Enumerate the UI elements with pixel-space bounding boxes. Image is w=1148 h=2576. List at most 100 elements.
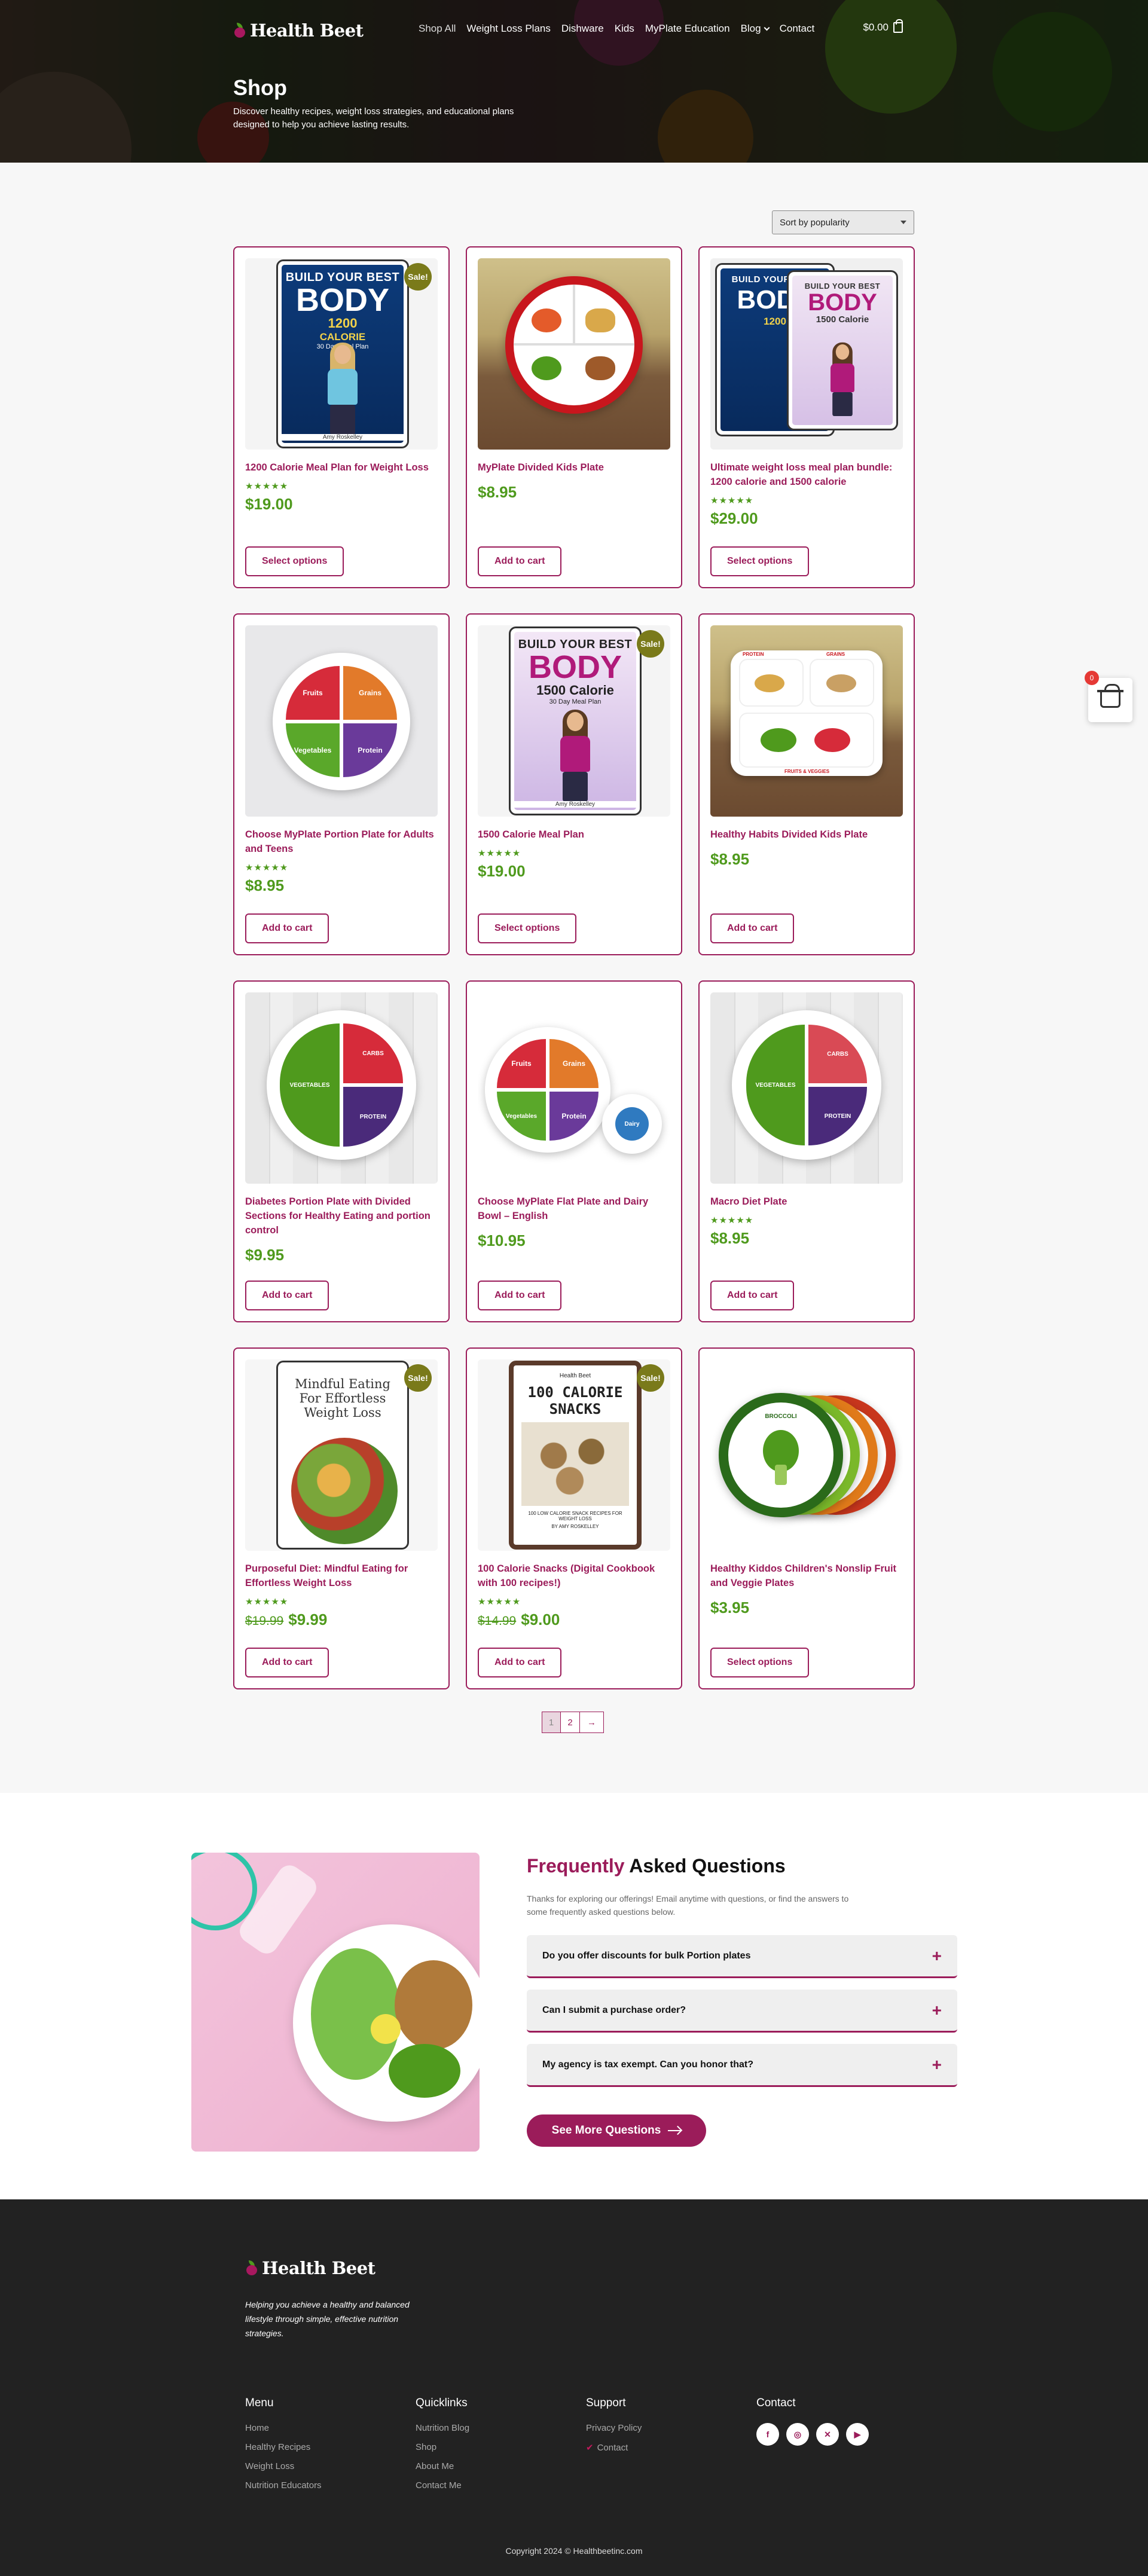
footer-link-home[interactable]: Home: [245, 2423, 322, 2433]
product-image[interactable]: VEGETABLES CARBS PROTEIN: [245, 992, 438, 1184]
book-cover-line: BODY: [808, 289, 877, 316]
select-options-button[interactable]: Select options: [478, 913, 577, 943]
footer-link-healthy-recipes[interactable]: Healthy Recipes: [245, 2442, 322, 2452]
page-subtitle: Discover healthy recipes, weight loss st…: [233, 106, 514, 130]
footer-link-shop[interactable]: Shop: [416, 2442, 469, 2452]
product-card[interactable]: VEGETABLES CARBS PROTEIN Macro Diet Plat…: [698, 980, 915, 1322]
product-name[interactable]: Diabetes Portion Plate with Divided Sect…: [245, 1194, 438, 1237]
price-old: $14.99: [478, 1614, 517, 1628]
add-to-cart-button[interactable]: Add to cart: [245, 913, 329, 943]
nav-kids[interactable]: Kids: [615, 23, 634, 35]
faq-item[interactable]: My agency is tax exempt. Can you honor t…: [527, 2044, 957, 2087]
add-to-cart-button[interactable]: Add to cart: [245, 1648, 329, 1677]
product-image[interactable]: Sale! Health Beet 100 CALORIE SNACKS 100…: [478, 1359, 670, 1551]
nav-weight-loss-plans[interactable]: Weight Loss Plans: [466, 23, 550, 35]
product-card[interactable]: MyPlate Divided Kids Plate $8.95 Add to …: [466, 246, 682, 588]
product-card[interactable]: Sale! Health Beet 100 CALORIE SNACKS 100…: [466, 1347, 682, 1689]
nav-blog[interactable]: Blog: [741, 23, 770, 35]
product-image[interactable]: PROTEIN GRAINS FRUITS & VEGGIES: [710, 625, 903, 817]
book-cover: Mindful Eating For Effortless Weight Los…: [282, 1366, 404, 1544]
tablet-frame: BUILD YOUR BEST BODY 1500 Calorie 30 Day…: [509, 627, 642, 815]
footer-link-privacy-policy[interactable]: Privacy Policy: [586, 2423, 642, 2433]
site-logo[interactable]: Health Beet: [233, 20, 364, 41]
select-options-button[interactable]: Select options: [245, 546, 344, 576]
product-name[interactable]: MyPlate Divided Kids Plate: [478, 460, 670, 475]
x-icon[interactable]: ✕: [816, 2423, 839, 2446]
add-to-cart-button[interactable]: Add to cart: [478, 1648, 562, 1677]
nav-shop-all[interactable]: Shop All: [419, 23, 456, 35]
footer-link-nutrition-educators[interactable]: Nutrition Educators: [245, 2480, 322, 2491]
nav-dishware[interactable]: Dishware: [561, 23, 604, 35]
product-card[interactable]: Fruits Grains Vegetables Protein Dairy C…: [466, 980, 682, 1322]
product-card[interactable]: BROCCOLI Healthy Kiddos Children's Nonsl…: [698, 1347, 915, 1689]
footer-tagline: Helping you achieve a healthy and balanc…: [245, 2300, 410, 2338]
footer-link-weight-loss[interactable]: Weight Loss: [245, 2461, 322, 2471]
faq-item[interactable]: Do you offer discounts for bulk Portion …: [527, 1935, 957, 1978]
product-name[interactable]: Ultimate weight loss meal plan bundle: 1…: [710, 460, 903, 489]
product-image[interactable]: Fruits Grains Vegetables Protein: [245, 625, 438, 817]
product-card[interactable]: VEGETABLES CARBS PROTEIN Diabetes Portio…: [233, 980, 450, 1322]
product-card[interactable]: Sale! Mindful Eating For Effortless Weig…: [233, 1347, 450, 1689]
footer-link-about-me[interactable]: About Me: [416, 2461, 469, 2471]
product-image[interactable]: Sale! BUILD YOUR BEST BODY 1200 CALORIE …: [245, 258, 438, 450]
product-name[interactable]: 100 Calorie Snacks (Digital Cookbook wit…: [478, 1562, 670, 1590]
product-name[interactable]: 1500 Calorie Meal Plan: [478, 827, 670, 842]
product-image[interactable]: Fruits Grains Vegetables Protein Dairy: [478, 992, 670, 1184]
product-card[interactable]: PROTEIN GRAINS FRUITS & VEGGIES Healthy …: [698, 613, 915, 955]
plus-icon: +: [932, 2055, 942, 2074]
header-cart[interactable]: $0.00: [863, 19, 903, 33]
product-image[interactable]: Sale! Mindful Eating For Effortless Weig…: [245, 1359, 438, 1551]
next-page-button[interactable]: →: [580, 1712, 604, 1733]
product-card[interactable]: Sale! BUILD YOUR BEST BODY 1500 Calorie …: [466, 613, 682, 955]
price-current: $8.95: [710, 1229, 750, 1247]
quinoa: [395, 1960, 472, 2050]
plate-section-carbs: CARBS: [808, 1025, 867, 1083]
product-image[interactable]: Sale! BUILD YOUR BEST BODY 1500 Calorie …: [478, 625, 670, 817]
product-name[interactable]: Choose MyPlate Flat Plate and Dairy Bowl…: [478, 1194, 670, 1223]
price-current: $10.95: [478, 1232, 526, 1249]
product-name[interactable]: Macro Diet Plate: [710, 1194, 903, 1209]
product-name[interactable]: Healthy Kiddos Children's Nonslip Fruit …: [710, 1562, 903, 1590]
sort-select[interactable]: Sort by popularity: [772, 210, 914, 234]
footer-link-nutrition-blog[interactable]: Nutrition Blog: [416, 2423, 469, 2433]
cucumber: [389, 2044, 460, 2098]
footer-link-contact-me[interactable]: Contact Me: [416, 2480, 469, 2491]
footer-link-contact[interactable]: ✔ Contact: [586, 2442, 642, 2453]
shopping-bag-icon: [893, 19, 903, 33]
instagram-icon[interactable]: ◎: [786, 2423, 809, 2446]
plate-section-protein: Protein: [343, 723, 397, 777]
product-name[interactable]: 1200 Calorie Meal Plan for Weight Loss: [245, 460, 438, 475]
nav-contact[interactable]: Contact: [780, 23, 815, 35]
beet-icon: [233, 23, 246, 38]
product-name[interactable]: Healthy Habits Divided Kids Plate: [710, 827, 903, 842]
add-to-cart-button[interactable]: Add to cart: [710, 913, 795, 943]
product-name[interactable]: Purposeful Diet: Mindful Eating for Effo…: [245, 1562, 438, 1590]
salad-bowl-photo: [291, 1438, 398, 1544]
add-to-cart-button[interactable]: Add to cart: [710, 1281, 795, 1310]
star-rating: ★★★★★: [478, 848, 521, 858]
product-card[interactable]: BUILD YOUR BEST BODY 1200 BUILD YOUR BES…: [698, 246, 915, 588]
product-price: $19.00: [245, 495, 438, 514]
select-options-button[interactable]: Select options: [710, 546, 810, 576]
select-options-button[interactable]: Select options: [710, 1648, 810, 1677]
product-card[interactable]: Sale! BUILD YOUR BEST BODY 1200 CALORIE …: [233, 246, 450, 588]
product-image[interactable]: VEGETABLES CARBS PROTEIN: [710, 992, 903, 1184]
see-more-questions-button[interactable]: See More Questions: [527, 2114, 706, 2147]
price-current: $9.99: [288, 1611, 328, 1628]
facebook-icon[interactable]: f: [756, 2423, 779, 2446]
floating-cart-button[interactable]: 0: [1085, 671, 1132, 722]
footer-logo[interactable]: Health Beet: [245, 2258, 375, 2278]
youtube-icon[interactable]: ▶: [846, 2423, 869, 2446]
faq-item[interactable]: Can I submit a purchase order? +: [527, 1990, 957, 2033]
nav-myplate-education[interactable]: MyPlate Education: [645, 23, 730, 35]
product-image[interactable]: BROCCOLI: [710, 1359, 903, 1551]
add-to-cart-button[interactable]: Add to cart: [478, 546, 562, 576]
add-to-cart-button[interactable]: Add to cart: [245, 1281, 329, 1310]
add-to-cart-button[interactable]: Add to cart: [478, 1281, 562, 1310]
page-2[interactable]: 2: [561, 1712, 580, 1733]
product-image[interactable]: BUILD YOUR BEST BODY 1200 BUILD YOUR BES…: [710, 258, 903, 450]
product-name[interactable]: Choose MyPlate Portion Plate for Adults …: [245, 827, 438, 856]
product-image[interactable]: [478, 258, 670, 450]
product-card[interactable]: Fruits Grains Vegetables Protein Choose …: [233, 613, 450, 955]
arrow-right-icon: [668, 2130, 682, 2131]
